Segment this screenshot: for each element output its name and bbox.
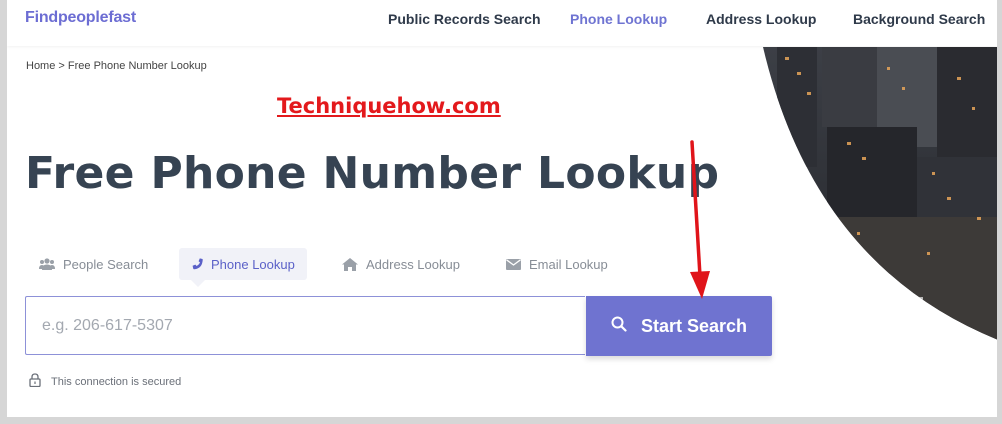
hero-city-photo — [687, 47, 997, 417]
tab-email-lookup[interactable]: Email Lookup — [506, 248, 608, 280]
site-header: Findpeoplefast Public Records Search Pho… — [7, 0, 997, 46]
nav-background-search[interactable]: Background Search — [853, 11, 985, 27]
breadcrumb: Home > Free Phone Number Lookup — [26, 60, 207, 72]
security-note: This connection is secured — [29, 373, 181, 390]
nav-phone-lookup[interactable]: Phone Lookup — [570, 11, 667, 27]
users-icon — [39, 258, 55, 270]
security-note-text: This connection is secured — [51, 375, 182, 388]
tab-people-search[interactable]: People Search — [39, 248, 148, 280]
tab-phone-lookup[interactable]: Phone Lookup — [179, 248, 307, 287]
start-search-label: Start Search — [640, 315, 748, 336]
site-logo[interactable]: Findpeoplefast — [25, 9, 136, 27]
phone-icon — [191, 258, 203, 270]
breadcrumb-current: Free Phone Number Lookup — [67, 60, 207, 72]
nav-public-records-search[interactable]: Public Records Search — [388, 11, 541, 27]
tab-address-lookup[interactable]: Address Lookup — [342, 248, 460, 280]
tab-label: People Search — [63, 256, 149, 272]
breadcrumb-home[interactable]: Home — [26, 60, 55, 72]
nav-address-lookup[interactable]: Address Lookup — [706, 11, 816, 27]
home-icon — [342, 257, 358, 271]
tab-label: Email Lookup — [529, 256, 608, 272]
search-icon — [611, 316, 627, 337]
tab-label: Phone Lookup — [211, 256, 295, 272]
envelope-icon — [506, 258, 521, 270]
watermark-text: Techniquehow.com — [277, 94, 501, 118]
start-search-button[interactable]: Start Search — [586, 296, 772, 356]
breadcrumb-separator: > — [58, 60, 65, 72]
phone-search-input[interactable] — [25, 296, 585, 355]
page-title: Free Phone Number Lookup — [25, 148, 720, 199]
browser-viewport: Findpeoplefast Public Records Search Pho… — [7, 0, 997, 417]
lock-icon — [29, 373, 41, 390]
tab-label: Address Lookup — [366, 256, 460, 272]
